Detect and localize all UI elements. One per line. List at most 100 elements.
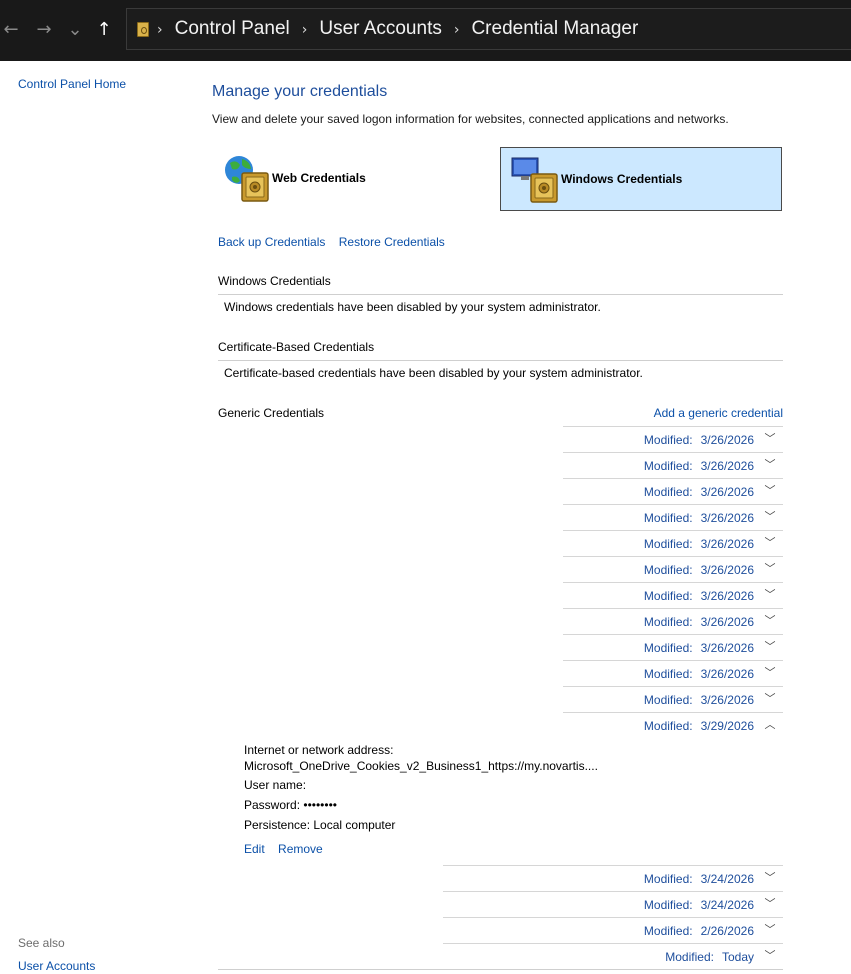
persistence-row: Persistence: Local computer (244, 818, 395, 832)
chevron-right-icon[interactable]: › (454, 22, 460, 38)
chevron-down-icon[interactable]: ﹀ (763, 485, 777, 497)
user-accounts-link[interactable]: User Accounts (18, 959, 95, 973)
modified-label: Modified: (643, 537, 693, 551)
credential-row[interactable]: Modified: 3/26/2026 ﹀ (563, 478, 783, 504)
credential-row[interactable]: Modified: 3/26/2026 ﹀ (563, 608, 783, 634)
modified-label: Modified: (643, 615, 693, 629)
chevron-down-icon[interactable]: ﹀ (763, 667, 777, 679)
divider (218, 969, 783, 970)
chevron-down-icon[interactable]: ﹀ (763, 924, 777, 936)
chevron-down-icon[interactable]: ﹀ (763, 641, 777, 653)
modified-label: Modified: (643, 898, 693, 912)
divider (218, 294, 783, 295)
password-label: Password: (244, 798, 301, 812)
chevron-down-icon[interactable]: ﹀ (763, 950, 777, 962)
page-title: Manage your credentials (212, 83, 388, 100)
persistence-label: Persistence: (244, 818, 311, 832)
chevron-down-icon[interactable]: ﹀ (763, 693, 777, 705)
windows-credentials-message: Windows credentials have been disabled b… (224, 300, 601, 314)
chevron-down-icon[interactable]: ﹀ (763, 511, 777, 523)
modified-date: 3/26/2026 (700, 537, 754, 551)
windows-credentials-label: Windows Credentials (561, 172, 683, 186)
up-icon[interactable]: ↑ (93, 18, 115, 42)
chevron-down-icon[interactable]: ﹀ (763, 537, 777, 549)
web-vault-icon (225, 156, 269, 202)
certificate-credentials-message: Certificate-based credentials have been … (224, 366, 643, 380)
chevron-down-icon[interactable]: ﹀ (763, 433, 777, 445)
backup-restore-links: Back up Credentials Restore Credentials (218, 235, 455, 249)
modified-label: Modified: (643, 924, 693, 938)
chevron-down-icon[interactable]: ﹀ (763, 898, 777, 910)
restore-credentials-link[interactable]: Restore Credentials (339, 235, 445, 249)
add-generic-credential-link[interactable]: Add a generic credential (654, 406, 783, 420)
chevron-right-icon[interactable]: › (302, 22, 308, 38)
credential-row[interactable]: Modified: 3/26/2026 ﹀ (563, 686, 783, 712)
chevron-right-icon[interactable]: › (157, 22, 163, 38)
password-value: •••••••• (303, 798, 337, 812)
modified-label: Modified: (665, 950, 714, 964)
chevron-down-icon[interactable]: ﹀ (763, 872, 777, 884)
credential-actions: Edit Remove (244, 842, 333, 856)
modified-date: 3/29/2026 (700, 719, 754, 733)
see-also-label: See also (18, 936, 65, 950)
generic-credentials-heading: Generic Credentials (218, 406, 325, 420)
crumb-control-panel[interactable]: Control Panel (175, 18, 290, 39)
modified-date: 3/24/2026 (700, 872, 754, 886)
address-bar: ← → ⌄ ↑ › Control Panel › User Accounts › Cre… (0, 0, 851, 61)
chevron-down-icon[interactable]: ﹀ (763, 459, 777, 471)
credential-row[interactable]: Modified: 2/26/2026 ﹀ (443, 917, 783, 943)
credential-row[interactable]: Modified: 3/26/2026 ﹀ (563, 634, 783, 660)
recent-locations-icon[interactable]: ⌄ (64, 18, 86, 42)
credential-row[interactable]: Modified: 3/26/2026 ﹀ (563, 504, 783, 530)
modified-date: 3/26/2026 (700, 459, 754, 473)
credential-row[interactable]: Modified: 3/26/2026 ﹀ (563, 426, 783, 452)
modified-date: 3/26/2026 (700, 433, 754, 447)
back-icon[interactable]: ← (0, 18, 22, 42)
edit-link[interactable]: Edit (244, 842, 265, 856)
credential-manager-icon (137, 22, 149, 37)
backup-credentials-link[interactable]: Back up Credentials (218, 235, 325, 249)
modified-date: 3/26/2026 (700, 667, 754, 681)
chevron-up-icon[interactable]: ︿ (763, 719, 777, 731)
credential-row[interactable]: Modified: 3/26/2026 ﹀ (563, 660, 783, 686)
forward-icon[interactable]: → (33, 18, 55, 42)
modified-label: Modified: (643, 459, 693, 473)
breadcrumb: › Control Panel › User Accounts › Credential … (157, 9, 638, 49)
modified-label: Modified: (643, 872, 693, 886)
modified-label: Modified: (643, 589, 693, 603)
address-label: Internet or network address: (244, 743, 394, 757)
modified-date: 3/24/2026 (700, 898, 754, 912)
persistence-value: Local computer (313, 818, 396, 832)
credential-row[interactable]: Modified: 3/26/2026 ﹀ (563, 582, 783, 608)
modified-date: 3/26/2026 (700, 563, 754, 577)
control-panel-home-link[interactable]: Control Panel Home (18, 77, 126, 91)
modified-date: 3/26/2026 (700, 589, 754, 603)
chevron-down-icon[interactable]: ﹀ (763, 589, 777, 601)
chevron-down-icon[interactable]: ﹀ (763, 563, 777, 575)
chevron-down-icon[interactable]: ﹀ (763, 615, 777, 627)
modified-date: 3/26/2026 (700, 485, 754, 499)
windows-credentials-tab[interactable]: Windows Credentials (500, 147, 782, 211)
remove-link[interactable]: Remove (278, 842, 323, 856)
modified-label: Modified: (643, 719, 693, 733)
web-credentials-tab[interactable]: Web Credentials (212, 147, 494, 211)
credential-row[interactable]: Modified: 3/24/2026 ﹀ (443, 891, 783, 917)
modified-label: Modified: (643, 693, 693, 707)
address-field[interactable]: › Control Panel › User Accounts › Credential … (126, 8, 851, 50)
modified-label: Modified: (643, 563, 693, 577)
modified-date: 3/26/2026 (700, 693, 754, 707)
address-value: Microsoft_OneDrive_Cookies_v2_Business1_… (244, 759, 598, 773)
credential-row[interactable]: Modified: 3/26/2026 ﹀ (563, 530, 783, 556)
credential-row[interactable]: Modified: 3/24/2026 ﹀ (443, 865, 783, 891)
windows-credentials-heading: Windows Credentials (218, 274, 331, 288)
crumb-user-accounts[interactable]: User Accounts (319, 18, 442, 39)
username-label: User name: (244, 778, 307, 792)
crumb-credential-manager[interactable]: Credential Manager (471, 18, 638, 39)
credential-row[interactable]: Modified: 3/26/2026 ﹀ (563, 556, 783, 582)
credential-row[interactable]: Modified: 3/26/2026 ﹀ (563, 452, 783, 478)
modified-date: 3/26/2026 (700, 615, 754, 629)
credential-row-expanded[interactable]: Modified: 3/29/2026 ︿ (563, 712, 783, 738)
modified-label: Modified: (643, 433, 693, 447)
credential-row[interactable]: Modified: Today ﹀ (443, 943, 783, 969)
modified-label: Modified: (643, 485, 693, 499)
